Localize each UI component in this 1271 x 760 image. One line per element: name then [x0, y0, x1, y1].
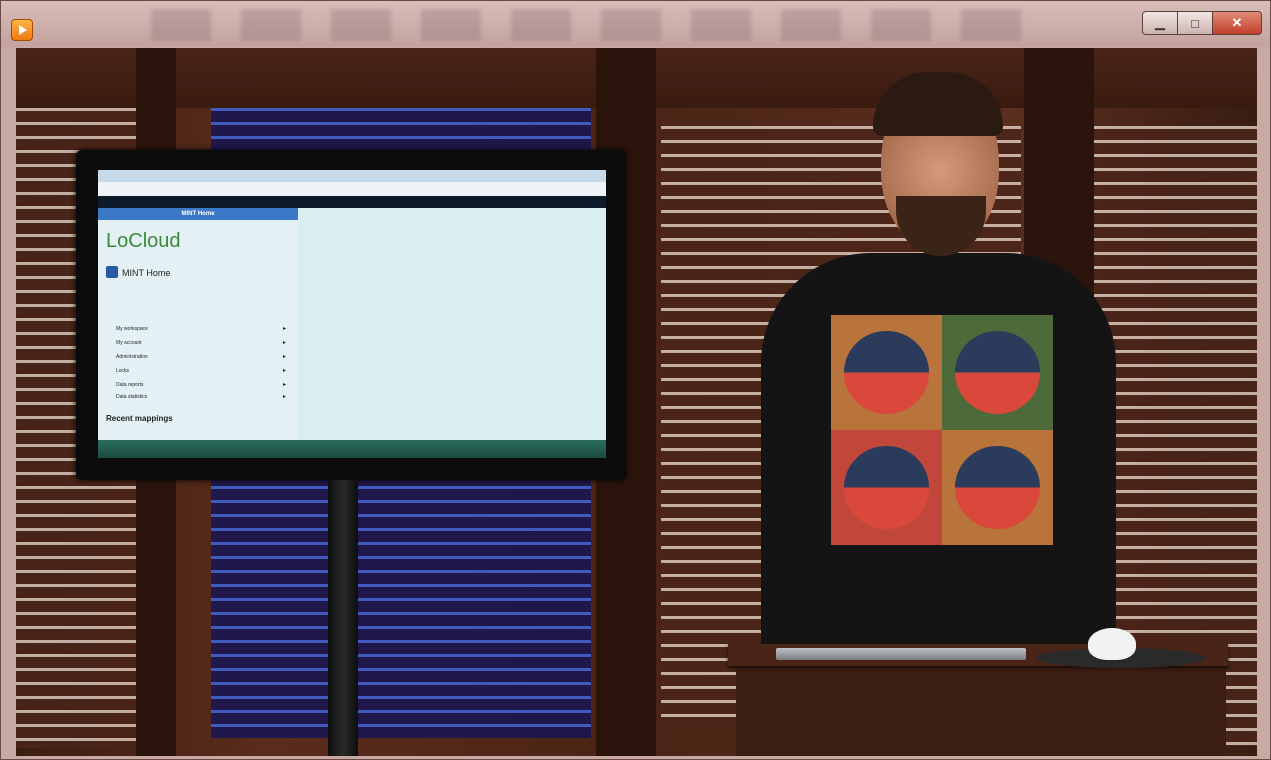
video-frame[interactable]: MINT Home LoCloud MINT Home My workspace…: [16, 48, 1257, 756]
screen-menu-item: Administration: [116, 353, 286, 360]
media-player-icon[interactable]: [11, 19, 33, 41]
print-quadrant: [831, 430, 942, 545]
screen-app-title: MINT Home: [98, 208, 298, 220]
tv-monitor: MINT Home LoCloud MINT Home My workspace…: [76, 150, 626, 480]
window-controls: ▁ □ ✕: [1142, 11, 1262, 35]
screen-recent-title: Recent mappings: [106, 414, 173, 423]
title-bar-ghost-text: [151, 9, 1051, 41]
mint-home-icon: [106, 266, 118, 278]
screen-taskbar: [98, 440, 606, 458]
hoodie-headphones-print: [831, 315, 1053, 545]
minimize-button[interactable]: ▁: [1142, 11, 1178, 35]
mouse: [1088, 628, 1136, 660]
screen-menu-item: Data reports: [116, 381, 286, 388]
keyboard: [776, 648, 1026, 660]
close-button[interactable]: ✕: [1213, 11, 1262, 35]
title-bar[interactable]: ▁ □ ✕: [1, 1, 1270, 47]
screen-menu-item: My account: [116, 339, 286, 346]
tv-screen: MINT Home LoCloud MINT Home My workspace…: [98, 170, 606, 458]
print-quadrant: [831, 315, 942, 430]
maximize-button[interactable]: □: [1178, 11, 1213, 35]
screen-menu-item: Data statistics: [116, 393, 286, 400]
screen-home-title: MINT Home: [122, 268, 171, 278]
screen-address-bar: [98, 182, 606, 196]
print-quadrant: [942, 315, 1053, 430]
locloud-logo: LoCloud: [106, 230, 181, 252]
print-quadrant: [942, 430, 1053, 545]
presenter-hair: [873, 72, 1003, 136]
presenter-beard: [896, 196, 986, 256]
media-player-window: ▁ □ ✕ MINT Home LoCloud MINT Home My wor…: [0, 0, 1271, 760]
tv-stand: [328, 480, 358, 756]
screen-menu-item: Locks: [116, 367, 286, 374]
screen-browser-tab: [98, 170, 606, 182]
screen-menu-item: My workspace: [116, 325, 286, 332]
screen-sidebar: MINT Home LoCloud MINT Home My workspace…: [98, 208, 298, 440]
screen-toolbar: [98, 196, 606, 208]
minimize-icon: ▁: [1155, 15, 1165, 30]
close-icon: ✕: [1231, 15, 1243, 30]
maximize-icon: □: [1191, 15, 1199, 31]
